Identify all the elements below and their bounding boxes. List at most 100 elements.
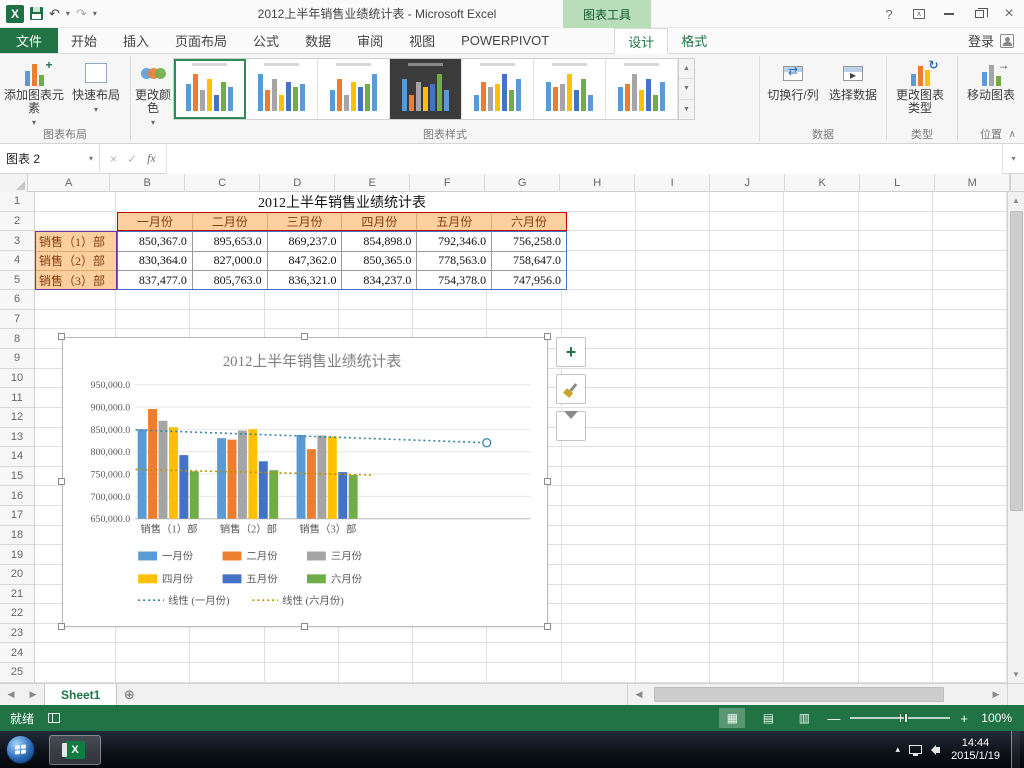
name-box-dropdown-icon[interactable]: ▾ xyxy=(89,154,93,163)
value-cell[interactable]: 836,321.0 xyxy=(268,270,343,290)
cell[interactable] xyxy=(561,506,636,526)
tab-数据[interactable]: 数据 xyxy=(292,28,344,53)
column-header-B[interactable]: B xyxy=(110,174,186,192)
chart-elements-button[interactable]: + xyxy=(556,337,586,367)
redo-button[interactable]: ↷ xyxy=(76,7,87,20)
cell[interactable] xyxy=(784,250,859,271)
value-cell[interactable]: 805,763.0 xyxy=(193,270,268,290)
cell[interactable] xyxy=(561,290,636,310)
cell[interactable] xyxy=(858,584,933,605)
cell[interactable] xyxy=(710,643,785,663)
cell[interactable] xyxy=(784,309,859,330)
cell[interactable] xyxy=(710,329,785,349)
cell[interactable] xyxy=(710,545,785,565)
row-header-10[interactable]: 10 xyxy=(0,369,34,389)
cell[interactable] xyxy=(932,447,1007,467)
tab-审阅[interactable]: 审阅 xyxy=(344,28,396,53)
tab-设计[interactable]: 设计 xyxy=(614,28,669,54)
cell[interactable] xyxy=(784,290,859,310)
cell[interactable] xyxy=(710,368,785,389)
column-header-F[interactable]: F xyxy=(410,174,486,192)
zoom-slider[interactable] xyxy=(850,713,951,723)
cell[interactable] xyxy=(784,564,859,585)
cell[interactable] xyxy=(710,309,785,330)
close-button[interactable]: × xyxy=(994,0,1024,28)
cell[interactable] xyxy=(635,309,711,330)
collapse-ribbon-button[interactable]: ∧ xyxy=(1009,129,1016,140)
excel-logo-icon[interactable]: X xyxy=(6,4,24,23)
hscroll-track[interactable] xyxy=(650,684,985,705)
cell[interactable] xyxy=(932,407,1007,428)
row-header-16[interactable]: 16 xyxy=(0,486,34,506)
row-header-25[interactable]: 25 xyxy=(0,663,34,683)
value-cell[interactable]: 830,364.0 xyxy=(118,251,193,270)
cell[interactable] xyxy=(635,290,711,310)
scroll-down-icon[interactable]: ▼ xyxy=(1008,666,1024,683)
cell[interactable] xyxy=(784,466,859,487)
chart-style-2[interactable] xyxy=(246,59,318,119)
new-sheet-button[interactable]: ⊕ xyxy=(117,684,141,705)
cell[interactable] xyxy=(190,309,265,330)
month-header-cell[interactable]: 四月份 xyxy=(342,212,418,231)
cell[interactable] xyxy=(710,663,785,683)
formula-bar-expand-icon[interactable]: ▾ xyxy=(1002,143,1024,174)
cell[interactable] xyxy=(635,407,711,428)
zoom-level[interactable]: 100% xyxy=(978,711,1012,725)
column-header-M[interactable]: M xyxy=(935,174,1011,192)
month-header-cell[interactable]: 一月份 xyxy=(118,212,193,231)
cell[interactable] xyxy=(561,545,636,565)
cell[interactable] xyxy=(710,349,785,369)
row-header-13[interactable]: 13 xyxy=(0,428,34,448)
cell[interactable] xyxy=(413,309,488,330)
cell[interactable] xyxy=(784,525,859,546)
row-header-19[interactable]: 19 xyxy=(0,545,34,565)
row-header-9[interactable]: 9 xyxy=(0,349,34,369)
cell[interactable] xyxy=(635,368,711,389)
cell[interactable] xyxy=(858,211,933,232)
row-header-7[interactable]: 7 xyxy=(0,310,34,330)
change-colors-button[interactable]: 更改颜色 ▾ xyxy=(135,56,171,127)
selection-handle[interactable] xyxy=(544,333,551,340)
column-header-E[interactable]: E xyxy=(335,174,411,192)
cell[interactable] xyxy=(190,663,265,683)
cell[interactable] xyxy=(710,427,785,448)
row-header-18[interactable]: 18 xyxy=(0,526,34,546)
cell[interactable] xyxy=(710,231,785,251)
tab-格式[interactable]: 格式 xyxy=(668,28,720,53)
cell[interactable] xyxy=(487,663,562,683)
column-header-I[interactable]: I xyxy=(635,174,711,192)
switch-row-column-button[interactable]: ⇄ 切换行/列 xyxy=(764,56,822,127)
value-cell[interactable]: 850,367.0 xyxy=(118,232,193,251)
cell[interactable] xyxy=(932,466,1007,487)
column-header-A[interactable]: A xyxy=(28,174,111,192)
cell[interactable] xyxy=(635,231,711,251)
cell[interactable] xyxy=(932,349,1007,369)
month-header-cell[interactable]: 六月份 xyxy=(492,213,566,231)
cell[interactable] xyxy=(784,192,859,212)
chart-filters-button[interactable] xyxy=(556,411,586,441)
formula-input[interactable] xyxy=(166,143,1002,174)
value-cell[interactable]: 747,956.0 xyxy=(492,271,566,289)
cell[interactable] xyxy=(561,270,636,291)
show-hidden-icons-button[interactable]: ▴ xyxy=(896,744,901,755)
cell[interactable] xyxy=(858,623,933,644)
cell[interactable] xyxy=(561,663,636,683)
selection-handle[interactable] xyxy=(544,478,551,485)
cell[interactable] xyxy=(932,329,1007,349)
cell[interactable] xyxy=(635,388,711,408)
column-header-G[interactable]: G xyxy=(485,174,561,192)
cell[interactable] xyxy=(35,290,117,310)
cell[interactable] xyxy=(264,290,339,310)
column-header-J[interactable]: J xyxy=(710,174,786,192)
row-label-cell[interactable]: 销售（1）部 xyxy=(36,232,116,252)
cell[interactable] xyxy=(932,643,1007,663)
cell[interactable] xyxy=(487,643,562,663)
ribbon-display-options-button[interactable]: ∧ xyxy=(904,0,934,28)
cell[interactable] xyxy=(561,643,636,663)
cell[interactable] xyxy=(116,290,191,310)
column-header-C[interactable]: C xyxy=(185,174,261,192)
cell[interactable] xyxy=(190,643,265,663)
cell[interactable] xyxy=(858,270,933,291)
value-cell[interactable]: 754,378.0 xyxy=(417,270,493,290)
cell[interactable] xyxy=(932,211,1007,232)
